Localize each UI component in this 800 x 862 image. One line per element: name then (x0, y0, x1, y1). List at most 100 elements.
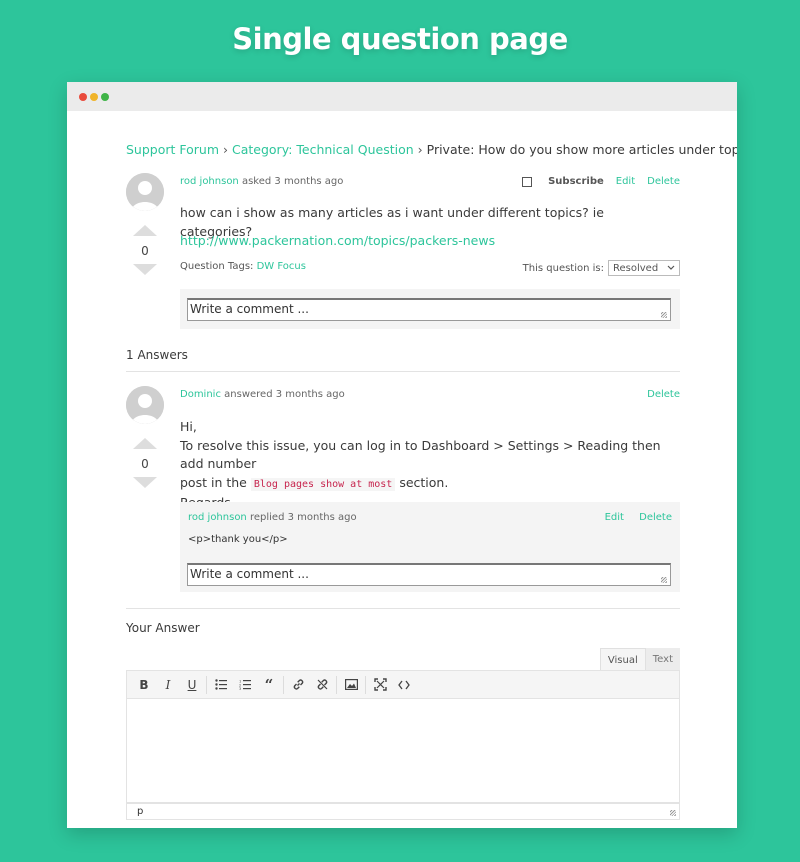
unlink-button[interactable] (310, 673, 334, 697)
question-asked-time: asked 3 months ago (241, 176, 344, 187)
underline-button[interactable]: U (180, 673, 204, 697)
reply-edit-link[interactable]: Edit (605, 512, 624, 523)
toolbar-separator (283, 675, 284, 694)
reply-text: <p>thank you</p> (188, 534, 288, 545)
answers-count: 1 Answers (126, 348, 188, 362)
breadcrumb: Support Forum › Category: Technical Ques… (126, 142, 737, 157)
code-icon (398, 680, 410, 689)
image-icon (344, 679, 358, 690)
browser-window: Support Forum › Category: Technical Ques… (67, 82, 737, 828)
quote-icon: “ (264, 675, 274, 694)
answer-line: post in the Blog pages show at most sect… (180, 474, 680, 495)
question-vote-widget: 0 (128, 225, 162, 275)
answer-delete-link[interactable]: Delete (647, 389, 680, 400)
question-status-value: Resolved (613, 262, 659, 274)
unlink-icon (317, 679, 327, 690)
bold-button[interactable]: B (132, 673, 156, 697)
answer-time: answered 3 months ago (224, 389, 345, 400)
answer-line-text: section. (399, 474, 449, 490)
breadcrumb-forum-link[interactable]: Support Forum (126, 142, 219, 157)
reply-actions: Edit Delete (605, 512, 672, 523)
downvote-icon[interactable] (133, 477, 157, 488)
question-delete-link[interactable]: Delete (647, 176, 680, 187)
italic-button[interactable]: I (156, 673, 180, 697)
tab-text[interactable]: Text (645, 648, 680, 670)
question-url-text[interactable]: http://www.packernation.com/topics/packe… (180, 233, 495, 248)
editor-statusbar: p (126, 803, 680, 820)
editor-toolbar: B I U 1 2 3 “ (126, 670, 680, 699)
answer-editor-textarea[interactable] (126, 699, 680, 803)
answer-line: Hi, (180, 419, 197, 434)
answer-reply-area: rod johnson replied 3 months ago Edit De… (180, 502, 680, 592)
editor-element-path: p (137, 806, 144, 817)
fullscreen-button[interactable] (368, 673, 392, 697)
question-url-link[interactable]: http://www.packernation.com/topics/packe… (180, 232, 495, 251)
answer-meta: Dominic answered 3 months ago (180, 389, 345, 400)
breadcrumb-current: Private: How do you show more articles u… (426, 142, 737, 157)
quote-button[interactable]: “ (257, 673, 281, 697)
answer-author-link[interactable]: Dominic (180, 389, 221, 400)
subscribe-toggle[interactable]: Subscribe (510, 176, 604, 187)
reply-time: replied 3 months ago (249, 512, 357, 523)
answer-author-avatar (126, 386, 164, 424)
answer-line-text: post in the (180, 474, 247, 490)
your-answer-divider (126, 608, 680, 609)
minimize-window-dot[interactable] (90, 93, 98, 101)
resize-handle-icon[interactable] (661, 312, 667, 318)
question-actions: Subscribe Edit Delete (510, 176, 680, 187)
answer-vote-widget: 0 (128, 438, 162, 488)
question-tag-link[interactable]: DW Focus (257, 261, 306, 272)
reply-author-link[interactable]: rod johnson (188, 512, 247, 523)
breadcrumb-separator: › (417, 142, 423, 157)
question-edit-link[interactable]: Edit (616, 176, 635, 187)
code-button[interactable] (392, 673, 416, 697)
numbered-list-button[interactable]: 1 2 3 (233, 673, 257, 697)
toolbar-separator (365, 675, 366, 694)
reply-comment-input[interactable]: Write a comment ... (187, 563, 671, 586)
question-author-link[interactable]: rod johnson (180, 176, 239, 187)
answer-line: To resolve this issue, you can log in to… (180, 437, 661, 472)
question-comment-area: Write a comment ... (180, 289, 680, 329)
question-tags-label: Question Tags: (180, 261, 254, 272)
close-window-dot[interactable] (79, 93, 87, 101)
question-status-label: This question is: (522, 262, 604, 274)
insert-image-button[interactable] (339, 673, 363, 697)
link-button[interactable] (286, 673, 310, 697)
fullscreen-icon (373, 678, 387, 691)
question-comment-placeholder: Write a comment ... (190, 302, 309, 316)
reply-delete-link[interactable]: Delete (639, 512, 672, 523)
reply-meta: rod johnson replied 3 months ago (188, 512, 357, 523)
breadcrumb-separator: › (223, 142, 229, 157)
your-answer-title: Your Answer (126, 621, 200, 635)
subscribe-checkbox[interactable] (522, 176, 533, 187)
question-status-select[interactable]: Resolved (608, 260, 680, 276)
upvote-icon[interactable] (133, 438, 157, 449)
breadcrumb-category-link[interactable]: Category: Technical Question (232, 142, 414, 157)
resize-handle-icon[interactable] (670, 810, 676, 816)
reply-comment-placeholder: Write a comment ... (190, 567, 309, 581)
svg-text:3: 3 (239, 687, 241, 690)
answer-inline-code: Blog pages show at most (250, 477, 396, 491)
question-status: This question is: Resolved (523, 260, 680, 276)
avatar-user-icon (126, 173, 164, 211)
toolbar-separator (336, 675, 337, 694)
maximize-window-dot[interactable] (101, 93, 109, 101)
resize-handle-icon[interactable] (661, 577, 667, 583)
bullet-list-icon (215, 679, 227, 690)
numbered-list-icon: 1 2 3 (239, 680, 251, 690)
tab-visual[interactable]: Visual (599, 648, 646, 670)
chevron-down-icon (667, 265, 675, 270)
editor-tabs: Visual Text (599, 648, 680, 670)
window-titlebar (67, 82, 737, 111)
question-comment-input[interactable]: Write a comment ... (187, 298, 671, 321)
question-meta: rod johnson asked 3 months ago (180, 176, 343, 187)
answer-actions: Delete (647, 389, 680, 400)
subscribe-label: Subscribe (548, 176, 604, 187)
bullet-list-button[interactable] (209, 673, 233, 697)
question-tags: Question Tags: DW Focus (180, 261, 306, 272)
answers-divider (126, 371, 680, 372)
page-headline: Single question page (232, 22, 568, 56)
downvote-icon[interactable] (133, 264, 157, 275)
upvote-icon[interactable] (133, 225, 157, 236)
question-vote-count: 0 (141, 244, 149, 258)
